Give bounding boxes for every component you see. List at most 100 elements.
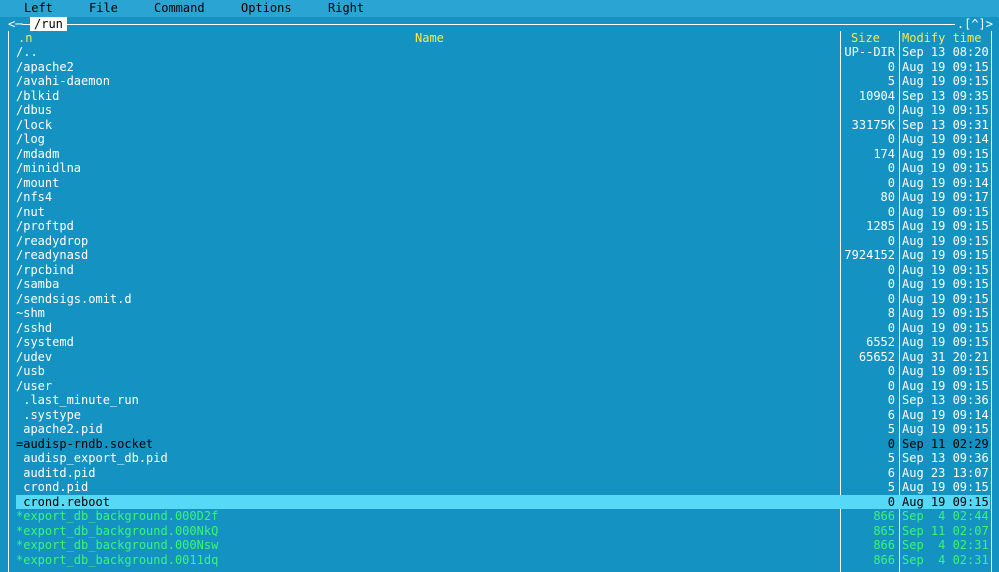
file-time: Aug 19 09:15 xyxy=(902,422,989,436)
file-time: Aug 19 09:15 xyxy=(902,262,989,277)
file-time: Aug 19 09:15 xyxy=(902,219,989,233)
file-row[interactable]: /mdadm 174 Aug 19 09:15 xyxy=(16,147,990,162)
file-row[interactable]: /apache2 0 Aug 19 09:15 xyxy=(16,60,990,75)
file-row[interactable]: =audisp-rndb.socket 0 Sep 11 02:29 xyxy=(16,437,990,452)
file-name: /nut xyxy=(16,204,45,219)
file-time: Sep 11 02:29 xyxy=(902,436,989,451)
file-size: 5 xyxy=(887,74,895,88)
column-headers: .n Name Size Modify time xyxy=(16,31,992,45)
file-row[interactable]: /nfs4 80 Aug 19 09:17 xyxy=(16,190,990,205)
file-size: UP--DIR xyxy=(844,45,895,59)
file-size: 866 xyxy=(873,509,895,523)
header-modify-time[interactable]: Modify time xyxy=(902,31,981,45)
file-name: audisp_export_db.pid xyxy=(16,451,168,465)
file-name: /lock xyxy=(16,117,53,132)
file-row[interactable]: /proftpd 1285 Aug 19 09:15 xyxy=(16,219,990,234)
file-size: 0 xyxy=(887,233,895,248)
file-time: Aug 19 09:14 xyxy=(902,407,989,422)
file-time: Aug 19 09:17 xyxy=(902,190,989,204)
file-time: Aug 19 09:15 xyxy=(902,59,989,74)
file-time: Sep 13 09:36 xyxy=(902,393,989,407)
file-row[interactable]: /rpcbind 0 Aug 19 09:15 xyxy=(16,263,990,278)
file-row[interactable]: auditd.pid 6 Aug 23 13:07 xyxy=(16,466,990,481)
file-time: Sep 13 09:31 xyxy=(902,117,989,132)
file-name: /user xyxy=(16,378,53,393)
menu-left[interactable]: Left xyxy=(24,0,53,17)
file-row[interactable]: /systemd 6552 Aug 19 09:15 xyxy=(16,335,990,350)
file-row[interactable]: /user 0 Aug 19 09:15 xyxy=(16,379,990,394)
file-name: crond.reboot xyxy=(16,494,110,509)
file-time: Aug 23 13:07 xyxy=(902,465,989,480)
file-name: *export_db_background.0011dq xyxy=(16,552,219,567)
file-time: Aug 19 09:15 xyxy=(902,233,989,248)
file-size: 6552 xyxy=(866,335,895,349)
file-name: /apache2 xyxy=(16,59,74,74)
file-row[interactable]: crond.reboot 0 Aug 19 09:15 xyxy=(16,494,990,509)
sort-indicator[interactable]: .n xyxy=(18,31,32,45)
file-name: apache2.pid xyxy=(16,422,103,436)
file-size: 0 xyxy=(887,393,895,407)
file-row[interactable]: /readynasd 7924152 Aug 19 09:15 xyxy=(16,248,990,263)
panel-history-button[interactable]: .[^]> xyxy=(954,17,995,31)
file-row[interactable]: /avahi-daemon 5 Aug 19 09:15 xyxy=(16,74,990,89)
file-time: Aug 19 09:15 xyxy=(902,335,989,349)
file-name: /mdadm xyxy=(16,146,60,161)
file-size: 65652 xyxy=(858,349,895,364)
file-size: 5 xyxy=(887,480,895,494)
file-row[interactable]: *export_db_background.000Nsw 866 Sep 4 02:… xyxy=(16,538,990,553)
file-time: Aug 19 09:15 xyxy=(902,277,989,291)
file-time: Aug 19 09:15 xyxy=(902,480,989,494)
file-time: Aug 19 09:15 xyxy=(902,494,989,509)
file-time: Sep 11 02:07 xyxy=(902,523,989,538)
file-row[interactable]: /.. UP--DIR Sep 13 08:20 xyxy=(16,45,990,60)
file-name: /dbus xyxy=(16,103,53,117)
file-row[interactable]: /sshd 0 Aug 19 09:15 xyxy=(16,321,990,336)
file-row[interactable]: .last_minute_run 0 Sep 13 09:36 xyxy=(16,393,990,408)
file-name: *export_db_background.000D2f xyxy=(16,509,219,523)
menu-file[interactable]: File xyxy=(89,0,118,17)
file-row[interactable]: /usb 0 Aug 19 09:15 xyxy=(16,364,990,379)
file-time: Aug 19 09:15 xyxy=(902,320,989,335)
file-row[interactable]: /log 0 Aug 19 09:14 xyxy=(16,132,990,147)
menu-options[interactable]: Options xyxy=(241,0,292,17)
file-row[interactable]: audisp_export_db.pid 5 Sep 13 09:36 xyxy=(16,451,990,466)
current-path[interactable]: /run xyxy=(30,17,67,31)
file-row[interactable]: ~shm 8 Aug 19 09:15 xyxy=(16,306,990,321)
file-row[interactable]: /minidlna 0 Aug 19 09:15 xyxy=(16,161,990,176)
menu-bar: Left File Command Options Right xyxy=(0,0,999,17)
file-row[interactable]: /blkid 10904 Sep 13 09:35 xyxy=(16,89,990,104)
file-row[interactable]: /sendsigs.omit.d 0 Aug 19 09:15 xyxy=(16,292,990,307)
file-row[interactable]: /lock 33175K Sep 13 09:31 xyxy=(16,118,990,133)
file-time: Aug 19 09:15 xyxy=(902,161,989,175)
file-row[interactable]: apache2.pid 5 Aug 19 09:15 xyxy=(16,422,990,437)
menu-right[interactable]: Right xyxy=(328,0,364,17)
file-row[interactable]: /mount 0 Aug 19 09:14 xyxy=(16,176,990,191)
file-row[interactable]: /dbus 0 Aug 19 09:15 xyxy=(16,103,990,118)
file-size: 0 xyxy=(887,161,895,175)
header-name[interactable]: Name xyxy=(415,31,444,45)
file-row[interactable]: crond.pid 5 Aug 19 09:15 xyxy=(16,480,990,495)
file-row[interactable]: /udev 65652 Aug 31 20:21 xyxy=(16,350,990,365)
file-size: 0 xyxy=(887,320,895,335)
file-time: Aug 19 09:15 xyxy=(902,306,989,320)
file-time: Aug 19 09:15 xyxy=(902,248,989,262)
file-row[interactable]: *export_db_background.000NkQ 865 Sep 11 02… xyxy=(16,524,990,539)
header-size[interactable]: Size xyxy=(851,31,880,45)
file-row[interactable]: *export_db_background.000D2f 866 Sep 4 02:… xyxy=(16,509,990,524)
file-time: Sep 13 09:36 xyxy=(902,451,989,465)
file-size: 0 xyxy=(887,59,895,74)
file-time: Sep 4 02:44 xyxy=(902,509,989,523)
file-time: Aug 19 09:15 xyxy=(902,103,989,117)
file-name: ~shm xyxy=(16,306,45,320)
file-row[interactable]: *export_db_background.0011dq 866 Sep 4 02:… xyxy=(16,553,990,568)
file-row[interactable]: .systype 6 Aug 19 09:14 xyxy=(16,408,990,423)
file-row[interactable]: /readydrop 0 Aug 19 09:15 xyxy=(16,234,990,249)
file-size: 866 xyxy=(873,552,895,567)
file-name: .systype xyxy=(16,407,82,422)
file-time: Sep 4 02:31 xyxy=(902,552,989,567)
file-name: auditd.pid xyxy=(16,465,96,480)
file-row[interactable]: /nut 0 Aug 19 09:15 xyxy=(16,205,990,220)
menu-command[interactable]: Command xyxy=(154,0,205,17)
file-name: /log xyxy=(16,132,45,146)
file-row[interactable]: /samba 0 Aug 19 09:15 xyxy=(16,277,990,292)
